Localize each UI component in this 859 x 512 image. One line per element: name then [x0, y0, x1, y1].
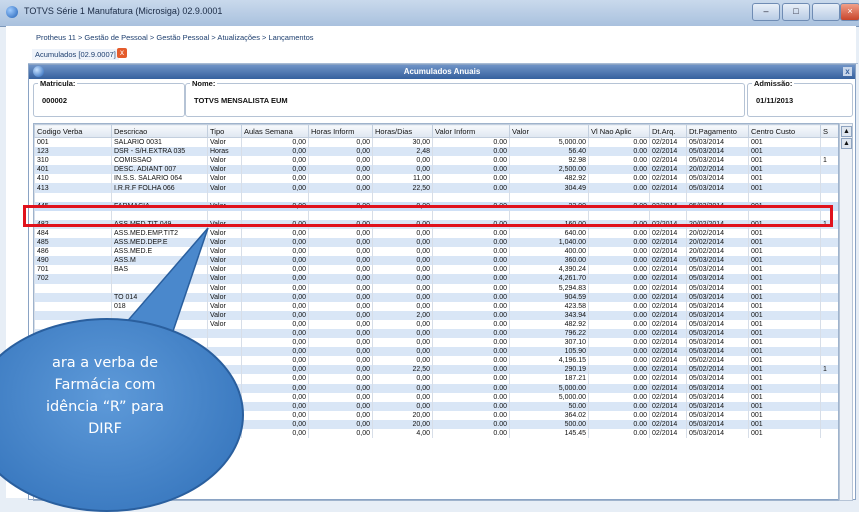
callout-line-3: idência “R” para: [45, 399, 165, 415]
callout-line-2: Farmácia com: [54, 377, 156, 393]
callout-line-4: DIRF: [88, 421, 122, 437]
callout-text: ara a verba de Farmácia com idência “R” …: [0, 352, 210, 440]
callout-line-1: ara a verba de: [51, 355, 159, 371]
